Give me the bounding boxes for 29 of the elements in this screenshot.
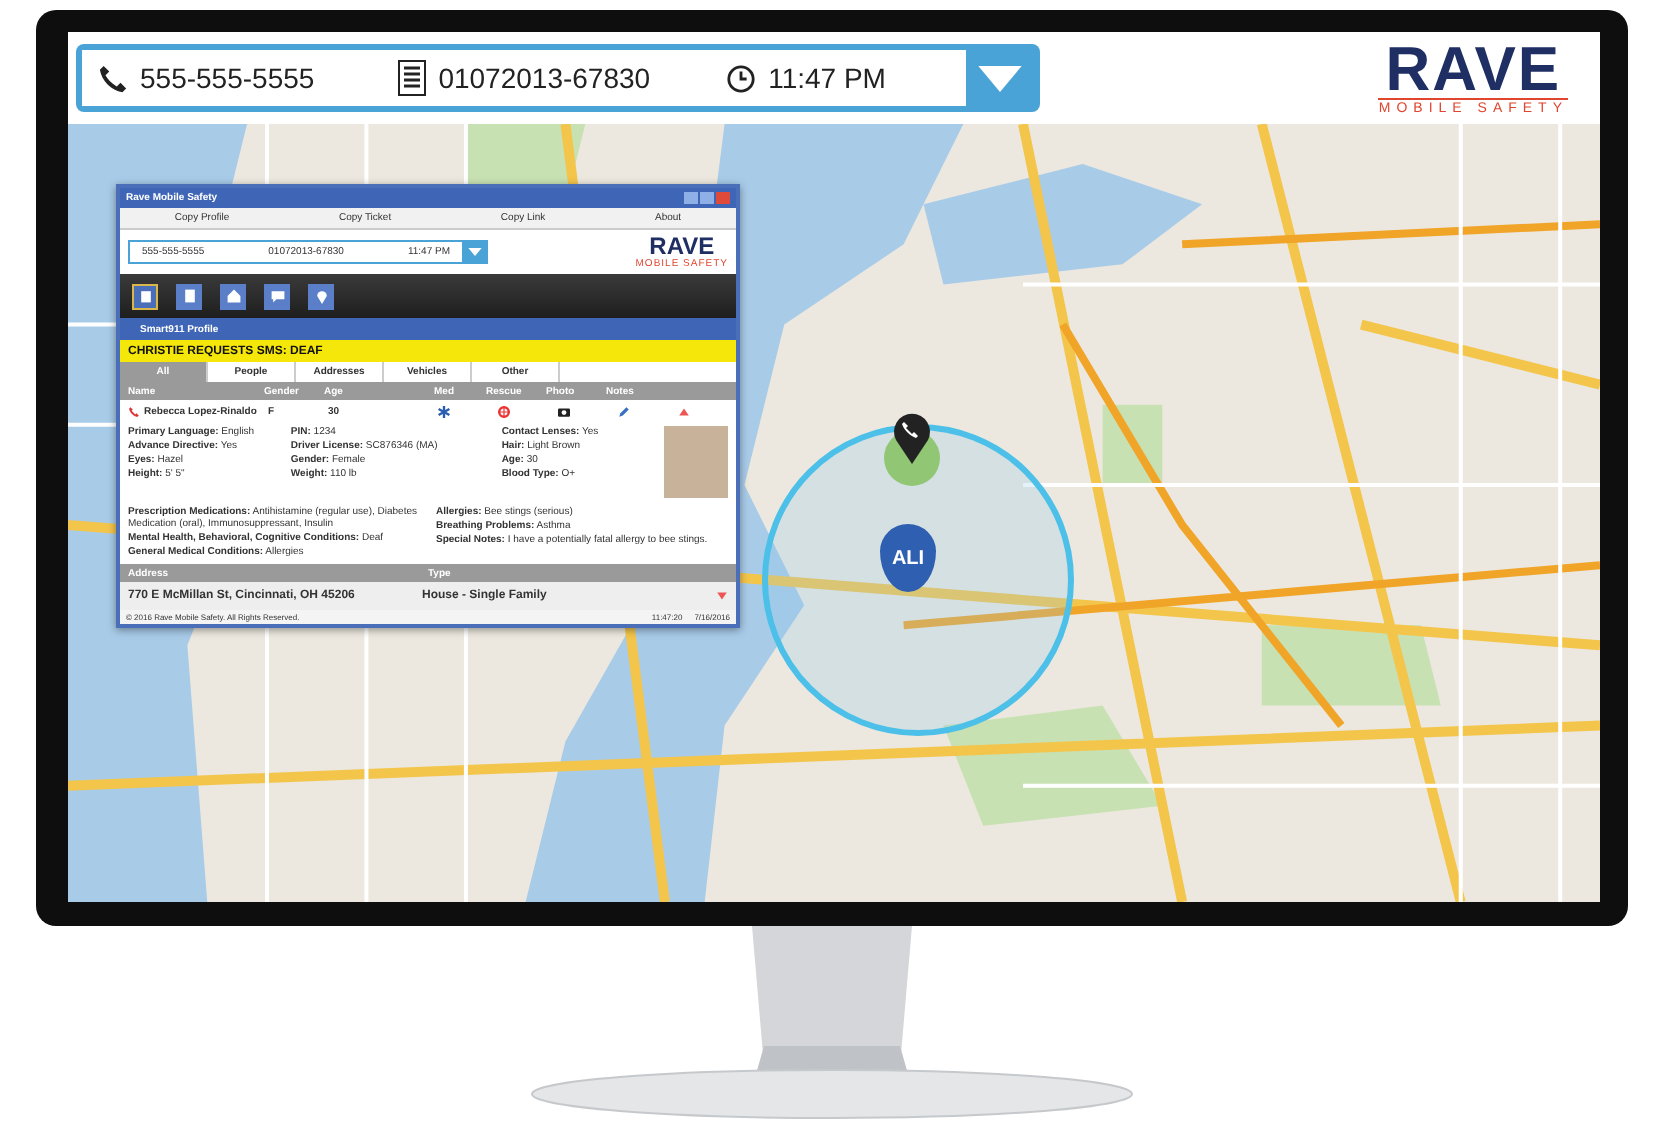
call-time: 11:47 PM: [768, 62, 886, 94]
collapse-arrow-icon: [678, 406, 690, 418]
badge-icon: [137, 288, 153, 304]
home-tab[interactable]: [220, 283, 246, 309]
chat-bubble-icon: [269, 288, 285, 304]
phone-icon: [128, 406, 140, 418]
logo-wordmark: RAVE: [649, 235, 715, 257]
medical-star-icon: [438, 406, 450, 418]
lifebuoy-icon: [498, 406, 510, 418]
pencil-icon: [618, 406, 630, 418]
document-tab[interactable]: [176, 283, 202, 309]
caret-icon: [978, 65, 1022, 91]
logo-wordmark: RAVE: [1385, 41, 1562, 97]
clock-icon: [726, 63, 757, 93]
pin-tab[interactable]: [308, 283, 334, 309]
profile-tab[interactable]: [132, 283, 158, 309]
caret-icon: [467, 248, 481, 256]
map-pin-icon: [313, 288, 329, 304]
chat-tab[interactable]: [264, 283, 290, 309]
ticket-number: 01072013-67830: [438, 62, 651, 94]
house-icon: [225, 288, 241, 304]
expand-arrow-icon: [716, 590, 728, 602]
photo-placeholder: [664, 426, 728, 498]
dropdown-button[interactable]: [462, 242, 486, 262]
document-icon: [181, 288, 197, 304]
document-icon: [398, 60, 427, 96]
phone-icon: [98, 63, 128, 93]
camera-icon: [558, 406, 570, 418]
phone-number: 555-555-5555: [140, 62, 315, 94]
